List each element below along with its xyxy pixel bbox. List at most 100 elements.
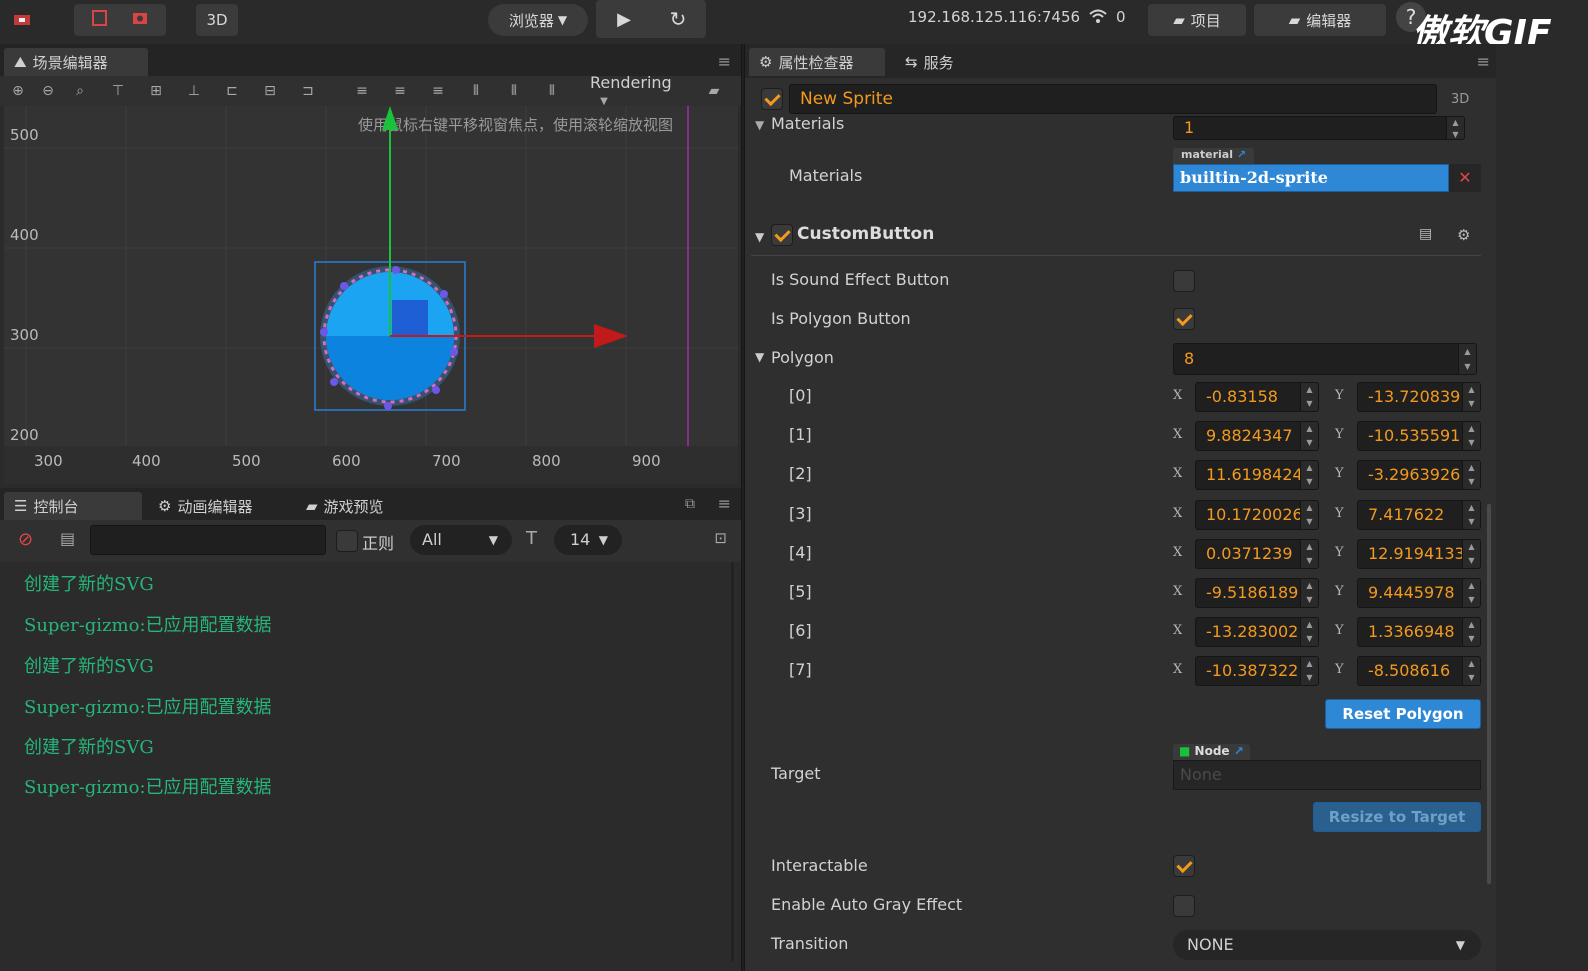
zoom-in-icon[interactable]: ⊕	[10, 83, 26, 99]
point-y-input[interactable]: 7.417622 ▲ ▼	[1357, 500, 1481, 530]
resize-to-target-button[interactable]: Resize to Target	[1313, 802, 1481, 832]
inspector-scrollbar[interactable]	[1487, 504, 1491, 884]
chevron-down-icon[interactable]: ▼	[755, 350, 764, 364]
tab-game-preview[interactable]: ▰ 游戏预览	[296, 492, 394, 520]
play-icon[interactable]: ▶	[597, 9, 651, 30]
font-size-select[interactable]: 14 ▼	[554, 525, 622, 555]
stepper-icon[interactable]: ▲ ▼	[1300, 579, 1318, 607]
sprite-gizmo[interactable]	[4, 106, 738, 446]
point-x-input[interactable]: 9.8824347 ▲ ▼	[1195, 421, 1319, 451]
record-icon[interactable]	[80, 9, 120, 31]
stepper-icon[interactable]: ▲ ▼	[1462, 618, 1480, 646]
point-x-input[interactable]: -9.5186189 ▲ ▼	[1195, 578, 1319, 608]
polygon-count-input[interactable]: 8 ▲ ▼	[1173, 343, 1477, 375]
align-left-icon[interactable]: ⊏	[224, 83, 240, 99]
external-link-icon[interactable]: ↗	[1237, 148, 1246, 161]
stepper-icon[interactable]: ▲ ▼	[1458, 344, 1476, 374]
point-x-input[interactable]: 10.1720026 ▲ ▼	[1195, 500, 1319, 530]
node-name-input[interactable]: New Sprite	[789, 84, 1437, 114]
scene-viewport[interactable]: 使用鼠标右键平移视窗焦点，使用滚轮缩放视图 500 400 300 200 30…	[4, 106, 738, 484]
stepper-icon[interactable]: ▲ ▼	[1300, 657, 1318, 685]
tab-console[interactable]: ☰ 控制台	[4, 492, 142, 520]
rendering-select[interactable]: Rendering	[590, 73, 672, 92]
browser-select[interactable]: 浏览器 ▼	[488, 4, 588, 36]
clear-icon[interactable]: ⊘	[18, 529, 33, 550]
mode-3d-button[interactable]: 3D	[196, 4, 238, 36]
distribute-top-icon[interactable]: ≡	[354, 83, 370, 99]
clear-material-icon[interactable]: ✕	[1449, 164, 1481, 192]
material-asset-field[interactable]: builtin-2d-sprite	[1173, 164, 1449, 192]
stepper-icon[interactable]: ▲ ▼	[1462, 579, 1480, 607]
point-x-input[interactable]: -10.387322 ▲ ▼	[1195, 656, 1319, 686]
log-file-icon[interactable]: ▤	[60, 529, 75, 548]
distribute-bottom-icon[interactable]: ≡	[430, 83, 446, 99]
tab-properties[interactable]: ⚙ 属性检查器	[749, 48, 885, 76]
screenshot-icon[interactable]	[120, 9, 160, 31]
stepper-icon[interactable]: ▲ ▼	[1462, 422, 1480, 450]
zoom-out-icon[interactable]: ⊖	[40, 83, 56, 99]
project-button[interactable]: ▰ 项目	[1148, 4, 1246, 36]
stepper-icon[interactable]: ▲ ▼	[1462, 501, 1480, 529]
transition-select[interactable]: NONE ▼	[1173, 930, 1481, 960]
stepper-icon[interactable]: ▲ ▼	[1300, 422, 1318, 450]
auto-gray-checkbox[interactable]	[1173, 895, 1195, 917]
align-vcenter-icon[interactable]: ⊞	[148, 83, 164, 99]
tab-services[interactable]: ⇆ 服务	[895, 48, 964, 76]
point-y-input[interactable]: -13.720839 ▲ ▼	[1357, 382, 1481, 412]
external-link-icon[interactable]: ↗	[1234, 744, 1244, 758]
panel-menu-icon[interactable]: ≡	[718, 52, 731, 71]
zoom-reset-icon[interactable]: ⌕	[72, 83, 88, 99]
align-bottom-icon[interactable]: ⊥	[186, 83, 202, 99]
target-node-field[interactable]: None	[1173, 760, 1481, 790]
log-level-select[interactable]: All ▼	[410, 525, 512, 555]
stepper-icon[interactable]: ▲ ▼	[1446, 117, 1464, 139]
chevron-down-icon[interactable]: ▼	[755, 118, 764, 132]
point-y-input[interactable]: -3.2963926 ▲ ▼	[1357, 460, 1481, 490]
is-sound-checkbox[interactable]	[1173, 270, 1195, 292]
component-enabled-checkbox[interactable]	[771, 224, 793, 246]
point-x-input[interactable]: -13.283002 ▲ ▼	[1195, 617, 1319, 647]
point-y-input[interactable]: 9.4445978 ▲ ▼	[1357, 578, 1481, 608]
popout-icon[interactable]: ⧉	[685, 496, 695, 512]
console-search-input[interactable]	[90, 525, 326, 555]
materials-count-input[interactable]: 1 ▲ ▼	[1173, 116, 1465, 140]
node-3d-toggle[interactable]: 3D	[1451, 92, 1469, 107]
point-y-input[interactable]: -8.508616 ▲ ▼	[1357, 656, 1481, 686]
stepper-icon[interactable]: ▲ ▼	[1300, 501, 1318, 529]
align-right-icon[interactable]: ⊐	[300, 83, 316, 99]
point-y-input[interactable]: -10.535591 ▲ ▼	[1357, 421, 1481, 451]
distribute-right-icon[interactable]: ⦀	[544, 83, 560, 99]
stepper-icon[interactable]: ▲ ▼	[1462, 461, 1480, 489]
point-x-input[interactable]: -0.83158 ▲ ▼	[1195, 382, 1319, 412]
point-x-input[interactable]: 0.0371239 ▲ ▼	[1195, 539, 1319, 569]
align-hcenter-icon[interactable]: ⊟	[262, 83, 278, 99]
distribute-hcenter-icon[interactable]: ⦀	[506, 83, 522, 99]
gear-icon[interactable]: ⚙	[1457, 226, 1470, 244]
regex-checkbox[interactable]	[336, 530, 358, 552]
stepper-icon[interactable]: ▲ ▼	[1300, 618, 1318, 646]
collapse-icon[interactable]: ⊡	[714, 529, 727, 547]
tab-animation-editor[interactable]: ⚙ 动画编辑器	[148, 492, 262, 520]
stepper-icon[interactable]: ▲ ▼	[1462, 657, 1480, 685]
stepper-icon[interactable]: ▲ ▼	[1300, 540, 1318, 568]
is-polygon-checkbox[interactable]	[1173, 308, 1195, 330]
stepper-icon[interactable]: ▲ ▼	[1462, 383, 1480, 411]
point-y-input[interactable]: 12.9194133 ▲ ▼	[1357, 539, 1481, 569]
interactable-checkbox[interactable]	[1173, 855, 1195, 877]
distribute-vcenter-icon[interactable]: ≡	[392, 83, 408, 99]
stepper-icon[interactable]: ▲ ▼	[1300, 383, 1318, 411]
editor-button[interactable]: ▰ 编辑器	[1254, 4, 1386, 36]
node-active-checkbox[interactable]	[761, 88, 783, 110]
tab-scene-editor[interactable]: ⛰ 场景编辑器	[4, 48, 148, 76]
stepper-icon[interactable]: ▲ ▼	[1300, 461, 1318, 489]
reset-polygon-button[interactable]: Reset Polygon	[1325, 699, 1481, 729]
point-y-input[interactable]: 1.3366948 ▲ ▼	[1357, 617, 1481, 647]
book-icon[interactable]: ▤	[1419, 226, 1432, 242]
point-x-input[interactable]: 11.6198424 ▲ ▼	[1195, 460, 1319, 490]
chevron-down-icon[interactable]: ▼	[755, 230, 764, 244]
distribute-left-icon[interactable]: ⦀	[468, 83, 484, 99]
panel-menu-icon[interactable]: ≡	[1477, 52, 1490, 71]
refresh-icon[interactable]: ↻	[651, 7, 705, 31]
align-top-icon[interactable]: ⊤	[110, 83, 126, 99]
app-logo-icon[interactable]	[4, 4, 40, 36]
